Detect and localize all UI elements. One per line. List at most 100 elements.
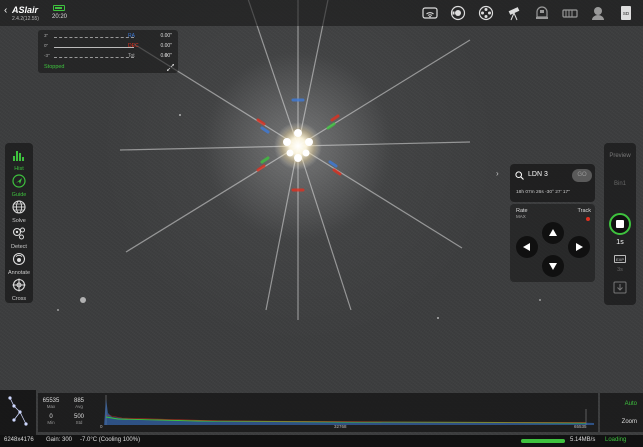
download-progress-bar [521,439,565,443]
loading-status: Loading [605,437,627,443]
goto-button[interactable]: GO [572,169,592,182]
zoom-button[interactable]: Zoom [622,419,637,425]
sensor-temperature: -7.0°C (Cooling 100%) [80,437,141,443]
track-label: Track [577,208,591,214]
graph-scale-label: -3" [44,53,50,58]
hist-min-label: Min [47,420,55,425]
total-value: 0.00" [160,53,172,59]
globe-icon [12,200,26,214]
crosshair-icon [12,278,26,292]
search-icon[interactable] [515,171,524,180]
auto-stretch-button[interactable]: Auto [625,401,637,407]
arrow-down-icon [549,263,557,270]
graph-scale-label: 3" [44,33,49,38]
sidebar-item-label: Guide [11,192,27,198]
ra-metric: RA 0.00" [128,33,176,41]
east-button[interactable] [568,236,590,258]
tool-sidebar: Hist Guide Solve Detect Annotate Cross [5,143,33,303]
app-version: 2.4.2(12.55) [12,16,39,22]
arrow-right-icon [576,243,583,251]
hist-axis-mid: 32768 [334,424,347,429]
dec-label: DEC [128,43,139,49]
annotate-icon [12,252,26,266]
wifi-icon[interactable] [420,4,439,22]
total-metric: Tot 0.00" [128,53,176,61]
storage-badge: SD [622,11,629,16]
target-coordinates: 18h 07m 26s -30° 27' 17" [516,190,570,195]
dec-metric: DEC 0.00" [128,43,176,51]
storage-icon[interactable]: SD [616,4,635,22]
shutter-button[interactable] [609,213,631,235]
top-bar: ‹ ASIair 2.4.2(12.55) 20:20 SD [0,0,643,26]
sidebar-item-guide[interactable]: Guide [5,173,33,199]
expand-icon[interactable] [167,64,174,71]
total-label: Tot [128,53,135,59]
clock: 20:20 [52,14,68,20]
north-button[interactable] [542,222,564,244]
filter-wheel-icon[interactable] [476,4,495,22]
sidebar-item-label: Solve [12,218,26,224]
dec-value: 0.00" [160,43,172,49]
target-search-panel: LDN 3 GO 18h 07m 26s -30° 27' 17" [510,164,595,202]
rotator-icon[interactable] [588,4,607,22]
ra-label: RA [128,33,135,39]
track-toggle[interactable]: Track [577,208,591,221]
sidebar-item-cross[interactable]: Cross [5,277,33,303]
constellation-minimap[interactable] [0,390,36,435]
histogram-panel[interactable]: 65535 Max 885 Avg 0 Min 500 Std 0 32768 … [38,393,598,432]
west-button[interactable] [516,236,538,258]
sidebar-item-hist[interactable]: Hist [5,147,33,173]
rate-selector[interactable]: Rate MAX [516,208,528,219]
chevron-left-icon: ‹ [4,5,8,16]
gain-readout: Gain: 300 [46,437,73,443]
exposure-tag: EXP [614,255,626,263]
hist-max-label: Max [46,404,56,409]
sidebar-item-label: Annotate [7,270,31,276]
exposure-value[interactable]: 1s [604,239,636,246]
transfer-speed: 5.14MB/s [570,437,596,443]
sidebar-item-solve[interactable]: Solve [5,199,33,225]
app-brand: ASIair [12,5,39,15]
image-resolution: 6248x4176 [4,437,34,443]
hist-avg: 885 Avg [68,398,90,409]
download-icon[interactable] [613,281,627,294]
sidebar-item-label: Detect [11,244,27,250]
graph-scale-label: 0" [44,43,49,48]
sidebar-item-annotate[interactable]: Annotate [5,251,33,277]
focuser-icon[interactable] [532,4,551,22]
exposure-secondary: 3s [617,267,623,273]
sidebar-item-label: Cross [11,296,27,302]
sidebar-item-label: Hist [14,166,24,172]
mount-control-panel: Rate MAX Track [510,204,595,282]
hist-min: 0 Min [40,414,62,425]
guider-icon[interactable] [560,4,579,22]
track-status-dot [586,217,590,221]
telescope-icon[interactable] [504,4,523,22]
arrow-left-icon [523,243,530,251]
back-button[interactable]: ‹ ASIair 2.4.2(12.55) [4,3,46,25]
ra-value: 0.00" [160,33,172,39]
status-bar: 6248x4176 Gain: 300 -7.0°C (Cooling 100%… [0,435,643,447]
guide-graph-panel[interactable]: 3" 0" -3" RA 0.00" DEC 0.00" Tot 0.00" S… [38,30,178,73]
histogram-curve [98,395,594,425]
camera-icon[interactable] [448,4,467,22]
hist-avg-label: Avg [75,404,83,409]
hist-axis-min: 0 [100,424,103,429]
detect-icon [12,227,25,240]
guide-icon [12,174,26,188]
device-toolbar: SD [420,4,635,22]
south-button[interactable] [542,255,564,277]
battery-icon [53,5,65,11]
histogram-options: Auto Zoom [600,393,643,432]
target-name-input[interactable]: LDN 3 [528,171,548,178]
sidebar-item-detect[interactable]: Detect [5,225,33,251]
chevron-right-icon[interactable]: › [496,169,499,178]
hist-std: 500 Std [68,414,90,425]
bin-selector[interactable]: Bin1 [604,181,636,187]
hist-std-label: Std [75,420,83,425]
preview-mode-label[interactable]: Preview [604,153,636,159]
histogram-icon [13,151,24,161]
rate-value: MAX [516,214,526,219]
constellation-icon [8,396,28,426]
capture-panel: Preview Bin1 1s EXP 3s [604,143,636,305]
